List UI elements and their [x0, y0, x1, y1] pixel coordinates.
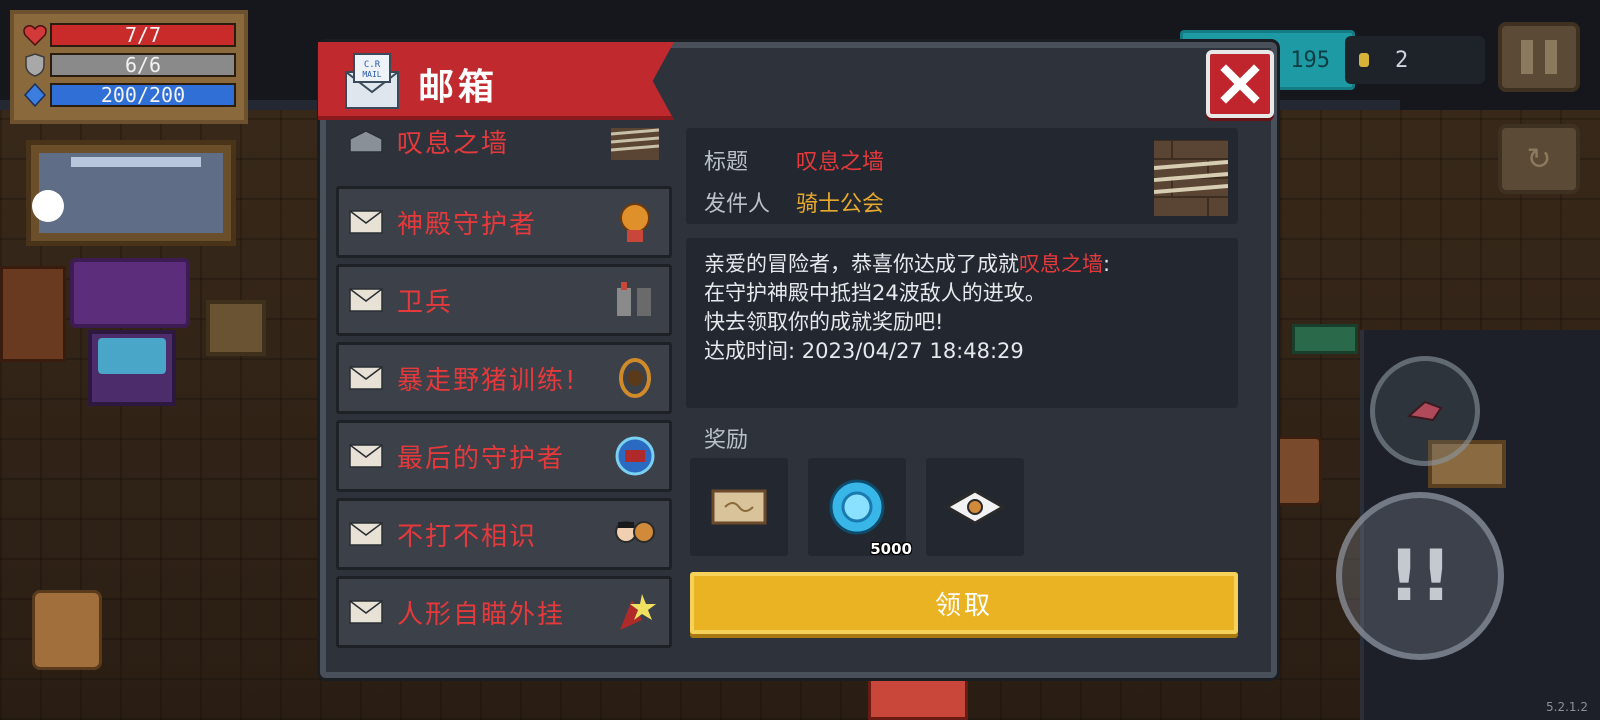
fight-friends-icon: [611, 510, 659, 558]
npc-character-left: [0, 266, 66, 362]
mail-list[interactable]: 叹息之墙 神殿守护者 卫兵 暴走野猪训练! 最后的守护者 不打不相识 人形自瞄外…: [336, 128, 672, 688]
coin-counter: 2: [1345, 36, 1485, 84]
coin-icon: [1359, 53, 1369, 67]
skill-button[interactable]: !!: [1336, 492, 1504, 660]
pause-button[interactable]: [1498, 22, 1580, 92]
joystick-indicator[interactable]: [32, 190, 64, 222]
player-stats-panel: 7/7 6/6 200/200: [10, 10, 248, 124]
wall-rope-icon: [1154, 140, 1228, 216]
guards-icon: [611, 276, 659, 324]
envelope-icon: [349, 366, 383, 390]
energy-diamond-icon: [20, 82, 50, 108]
close-icon: [1220, 64, 1260, 104]
mail-item-6[interactable]: 人形自瞄外挂: [336, 576, 672, 648]
mail-item-label: 不打不相识: [397, 521, 538, 552]
wall-rope-icon: [611, 128, 659, 165]
mail-item-3[interactable]: 暴走野猪训练!: [336, 342, 672, 414]
mail-item-0[interactable]: 叹息之墙: [336, 128, 672, 172]
envelope-icon: [349, 210, 383, 234]
svg-text:C.R: C.R: [364, 60, 381, 70]
game-scene: 7/7 6/6 200/200 195 2 ↻ !! 5.2.1.2 C.R M…: [0, 0, 1600, 720]
mail-message: 亲爱的冒险者，恭喜你达成了成就叹息之墙: 在守护神殿中抵挡24波敌人的进攻。 快…: [686, 238, 1238, 408]
mail-logo-icon: C.R MAIL: [345, 53, 399, 109]
swap-icon: ↻: [1526, 141, 1552, 177]
sender-label: 发件人: [704, 192, 771, 217]
envelope-icon: [349, 600, 383, 624]
svg-text:MAIL: MAIL: [362, 70, 381, 79]
reward-count: 5000: [870, 540, 912, 558]
shield-icon: [20, 52, 50, 78]
hp-row: 7/7: [20, 20, 236, 50]
energy-bar: 200/200: [50, 83, 236, 107]
npc-dog: [32, 590, 102, 670]
message-line-4: 达成时间: 2023/04/27 18:48:29: [704, 339, 1024, 363]
message-line-3: 快去领取你的成就奖励吧!: [704, 310, 944, 334]
armor-bar: 6/6: [50, 53, 236, 77]
mail-item-label: 最后的守护者: [397, 443, 566, 474]
treasure-chest[interactable]: [206, 300, 266, 356]
coin-value: 2: [1395, 47, 1409, 73]
mail-item-label: 神殿守护者: [397, 209, 538, 240]
armor-value: 6/6: [124, 53, 162, 77]
last-guardian-icon: [611, 432, 659, 480]
mail-item-2[interactable]: 卫兵: [336, 264, 672, 336]
hp-bar: 7/7: [50, 23, 236, 47]
heart-icon: [20, 22, 50, 48]
mailbox-title: 邮箱: [418, 67, 499, 108]
aimbot-icon: [611, 588, 659, 636]
version-label: 5.2.1.2: [1546, 700, 1588, 714]
swap-weapon-button[interactable]: ↻: [1498, 124, 1580, 194]
close-button[interactable]: [1206, 50, 1274, 118]
skill-icon: !!: [1388, 535, 1452, 617]
title-value: 叹息之墙: [796, 150, 885, 175]
green-screen: [1292, 324, 1358, 354]
mail-item-label: 人形自瞄外挂: [397, 599, 566, 630]
message-text: 亲爱的冒险者，恭喜你达成了成就: [704, 252, 1019, 276]
reward-slot-0[interactable]: [690, 458, 788, 556]
energy-value: 200/200: [100, 83, 186, 107]
weapon-button[interactable]: [1370, 356, 1480, 466]
rewards-label: 奖励: [704, 428, 749, 453]
mail-item-1[interactable]: 神殿守护者: [336, 186, 672, 258]
envelope-icon: [349, 522, 383, 546]
gems-value: 195: [1290, 47, 1330, 73]
reward-slot-1[interactable]: 5000: [808, 458, 912, 558]
weapon-icon: [1406, 400, 1443, 422]
claim-button[interactable]: 领取: [690, 572, 1238, 634]
pause-icon: [1521, 40, 1533, 74]
envelope-open-icon: [349, 130, 383, 153]
scroll-icon: [711, 489, 767, 525]
energy-row: 200/200: [20, 80, 236, 110]
message-text: :: [1103, 252, 1111, 276]
hp-value: 7/7: [124, 23, 162, 47]
title-label: 标题: [704, 150, 749, 175]
merchant-hat: [70, 258, 190, 328]
mail-detail-header: 标题 叹息之墙 发件人 骑士公会: [686, 128, 1238, 224]
envelope-icon: [349, 444, 383, 468]
mail-item-5[interactable]: 不打不相识: [336, 498, 672, 570]
mail-item-label: 暴走野猪训练!: [397, 365, 578, 396]
reward-slot-2[interactable]: [926, 458, 1024, 556]
achievement-name: 叹息之墙: [1019, 252, 1103, 276]
mailbox-header: C.R MAIL 邮箱: [318, 42, 674, 120]
temple-guardian-icon: [611, 198, 659, 246]
gashapon-machine[interactable]: [88, 330, 176, 406]
message-line-2: 在守护神殿中抵挡24波敌人的进攻。: [704, 281, 1046, 305]
mail-item-label: 叹息之墙: [397, 128, 510, 159]
mail-item-4[interactable]: 最后的守护者: [336, 420, 672, 492]
wild-boar-icon: [611, 354, 659, 402]
seed-card-icon: [945, 489, 1005, 525]
blue-gem-icon: [829, 479, 885, 535]
armor-row: 6/6: [20, 50, 236, 80]
envelope-icon: [349, 288, 383, 312]
message-line-1: 亲爱的冒险者，恭喜你达成了成就叹息之墙:: [704, 250, 1220, 279]
mailbox-panel: C.R MAIL 邮箱 叹息之墙 神殿守护者 卫兵 暴走野猪训练! 最后的守护者…: [318, 42, 1277, 678]
sender-value: 骑士公会: [796, 192, 885, 217]
mail-item-label: 卫兵: [397, 287, 454, 318]
